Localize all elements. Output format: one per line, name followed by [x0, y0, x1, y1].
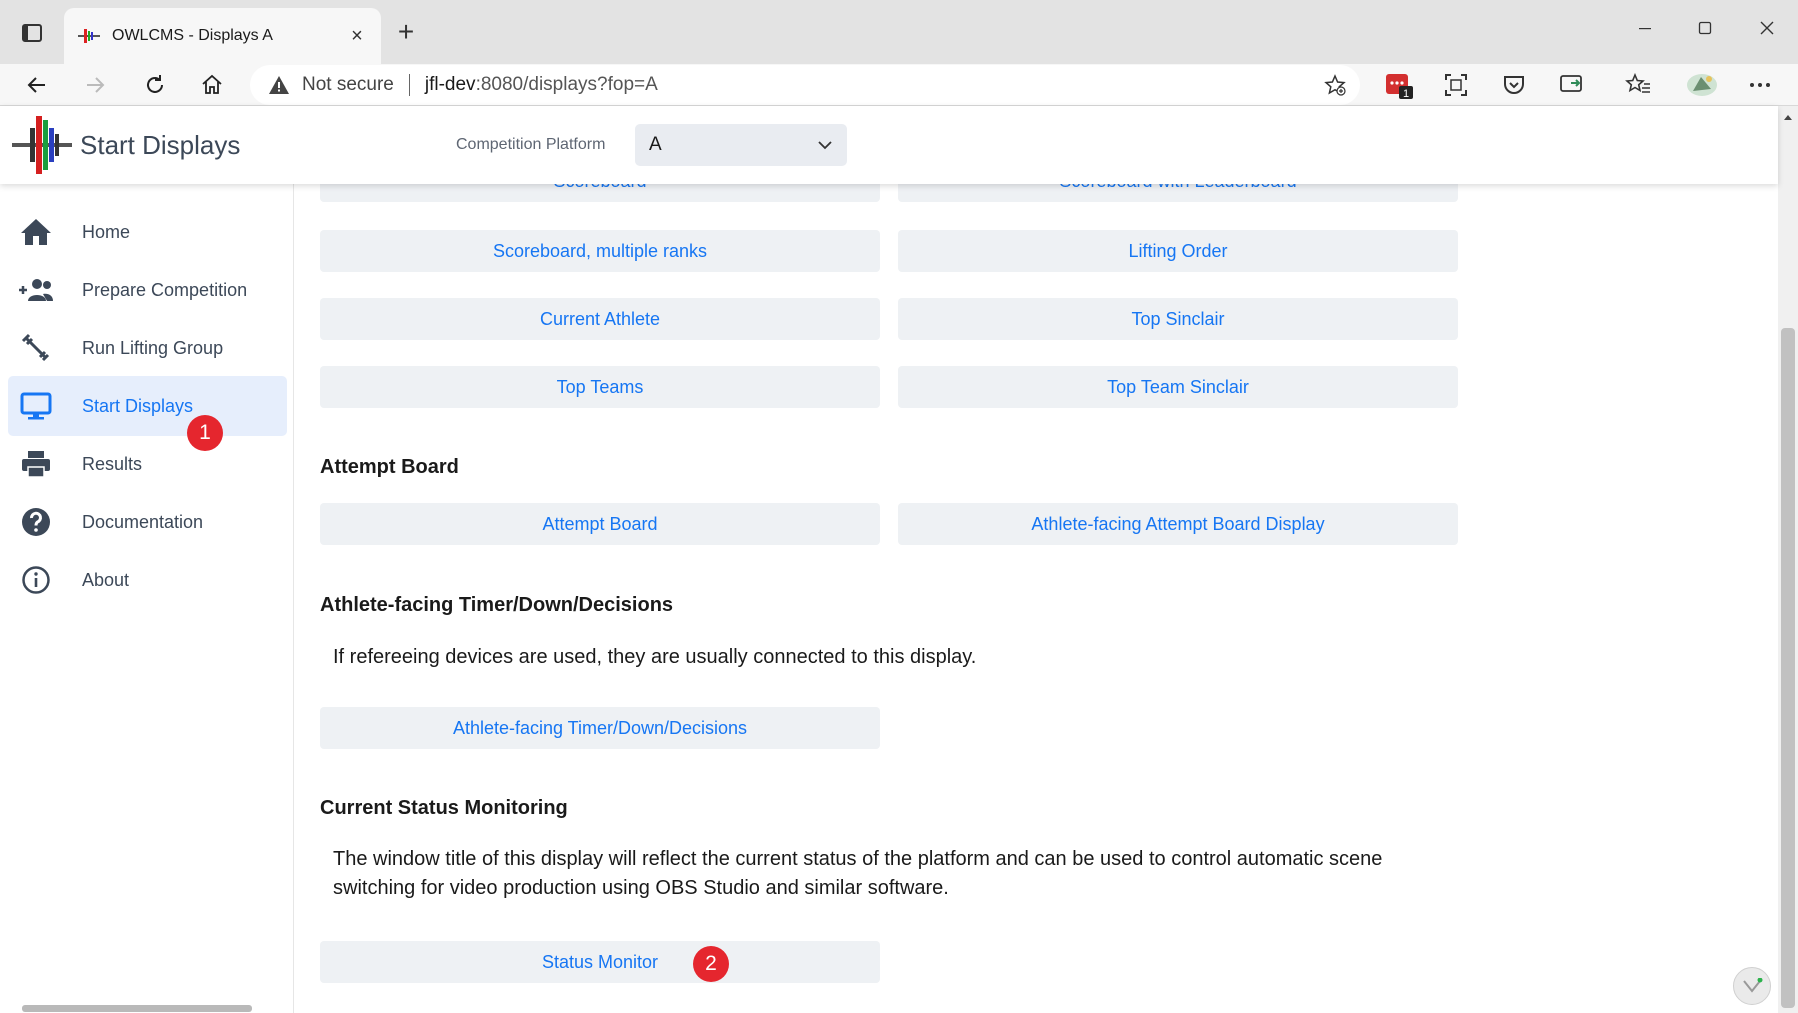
extension-button[interactable]: 1 [1383, 69, 1415, 101]
sidebar-item-prepare-competition[interactable]: Prepare Competition [8, 260, 287, 320]
sidebar-item-documentation[interactable]: Documentation [8, 492, 287, 552]
scroll-up-arrow-icon[interactable] [1778, 106, 1798, 128]
more-horizontal-icon [1750, 83, 1770, 87]
sidebar-item-label: Documentation [82, 511, 204, 532]
sidebar-item-label: Home [82, 221, 131, 242]
close-tab-icon[interactable]: × [347, 25, 367, 47]
timer-description: If refereeing devices are used, they are… [333, 646, 977, 668]
add-favorite-icon[interactable] [1324, 74, 1346, 96]
warning-icon [269, 76, 289, 94]
page-title: Start Displays [80, 130, 241, 160]
athlete-facing-attempt-board-button[interactable]: Athlete-facing Attempt Board Display [898, 503, 1458, 545]
not-secure-label: Not secure [302, 74, 394, 95]
tab-title: OWLCMS - Displays A [112, 27, 273, 44]
platform-select-value: A [649, 134, 662, 155]
sidebar-item-label: Prepare Competition [82, 279, 248, 300]
pocket-icon [1504, 76, 1524, 94]
home-icon [16, 212, 56, 252]
reload-button[interactable] [136, 66, 174, 104]
group-add-icon [16, 270, 56, 310]
profile-button[interactable] [1682, 69, 1722, 101]
close-window-button[interactable] [1738, 8, 1796, 48]
more-menu-button[interactable] [1744, 69, 1776, 101]
platform-label: Competition Platform [456, 136, 606, 153]
scoreboard-multiple-ranks-button[interactable]: Scoreboard, multiple ranks [320, 230, 880, 272]
help-icon [16, 502, 56, 542]
address-url: jfl-dev:8080/displays?fop=A [425, 74, 658, 96]
sidebar-item-results[interactable]: Results [8, 434, 287, 494]
sidebar-item-label: Run Lifting Group [82, 337, 224, 358]
owlcms-logo-icon [12, 116, 72, 174]
sidebar-item-label: Start Displays [82, 395, 194, 416]
arrow-left-icon [27, 77, 45, 93]
address-host: jfl-dev [424, 74, 476, 95]
cast-icon [1560, 75, 1582, 92]
top-sinclair-button[interactable]: Top Sinclair [898, 298, 1458, 340]
info-icon [16, 560, 56, 600]
top-team-sinclair-button[interactable]: Top Team Sinclair [898, 366, 1458, 408]
cast-button[interactable] [1556, 69, 1588, 101]
status-monitoring-description: The window title of this display will re… [333, 848, 1383, 899]
attempt-board-button[interactable]: Attempt Board [320, 503, 880, 545]
maximize-button[interactable] [1676, 8, 1734, 48]
status-monitor-button[interactable]: Status Monitor [320, 941, 880, 983]
vaadin-dev-tools-icon[interactable] [1733, 967, 1771, 1005]
address-bar[interactable]: Not secure jfl-dev:8080/displays?fop=A [250, 65, 1360, 105]
pocket-button[interactable] [1498, 69, 1530, 101]
navigation-drawer: Home Prepare Competition Run Lifting Gro… [0, 184, 294, 1013]
browser-tab-active[interactable]: OWLCMS - Displays A × [64, 8, 381, 64]
sidebar-item-run-lifting-group[interactable]: Run Lifting Group [8, 318, 287, 378]
status-monitoring-heading: Current Status Monitoring [320, 797, 568, 819]
favorites-button[interactable] [1622, 69, 1654, 101]
main-content: Scoreboard Scoreboard with Leaderboard S… [295, 184, 1778, 1013]
annotation-badge-2: 2 [693, 946, 729, 982]
printer-icon [16, 444, 56, 484]
tab-actions-icon [22, 24, 42, 42]
back-button[interactable] [18, 66, 56, 104]
extension-badge-count: 1 [1403, 88, 1409, 100]
address-path: :8080/displays?fop=A [475, 74, 658, 95]
minimize-button[interactable] [1616, 8, 1674, 48]
timer-heading: Athlete-facing Timer/Down/Decisions [320, 594, 674, 616]
drawer-horizontal-scrollbar[interactable] [22, 1005, 252, 1012]
arrow-right-icon [87, 77, 105, 93]
monitor-icon [16, 386, 56, 426]
sidebar-item-home[interactable]: Home [8, 202, 287, 262]
tab-actions-button[interactable] [12, 17, 52, 49]
address-separator [408, 74, 410, 96]
chevron-down-icon [818, 141, 832, 150]
profile-avatar-icon [1687, 74, 1717, 96]
owlcms-favicon-icon [78, 29, 100, 43]
lifting-order-button[interactable]: Lifting Order [898, 230, 1458, 272]
home-outline-icon [202, 74, 222, 94]
home-button[interactable] [193, 66, 231, 104]
current-athlete-button[interactable]: Current Athlete [320, 298, 880, 340]
reload-icon [147, 75, 163, 93]
page-vertical-scrollbar[interactable] [1778, 106, 1798, 1013]
favorites-icon [1625, 73, 1650, 93]
scrollbar-thumb[interactable] [1781, 328, 1795, 1008]
screenshot-button[interactable] [1440, 69, 1472, 101]
sidebar-item-label: About [82, 569, 130, 590]
scoreboard-button[interactable]: Scoreboard [320, 184, 880, 202]
extension-icon: 1 [1386, 74, 1413, 100]
top-teams-button[interactable]: Top Teams [320, 366, 880, 408]
screenshot-icon [1445, 74, 1467, 96]
browser-tab-bar: OWLCMS - Displays A × + [0, 0, 1798, 64]
sidebar-item-start-displays[interactable]: Start Displays [8, 376, 287, 436]
sidebar-item-label: Results [82, 453, 143, 474]
athlete-facing-timer-button[interactable]: Athlete-facing Timer/Down/Decisions [320, 707, 880, 749]
browser-toolbar: Not secure jfl-dev:8080/displays?fop=A 1 [0, 64, 1798, 106]
attempt-board-heading: Attempt Board [320, 456, 459, 478]
scoreboard-leaderboard-button[interactable]: Scoreboard with Leaderboard [898, 184, 1458, 202]
new-tab-button[interactable]: + [390, 16, 422, 48]
sidebar-item-about[interactable]: About [8, 550, 287, 610]
forward-button[interactable] [76, 66, 114, 104]
platform-select[interactable]: A [635, 124, 847, 166]
barbell-icon [16, 328, 56, 368]
annotation-badge-1: 1 [187, 415, 223, 451]
app-header: Start Displays Competition Platform A [0, 106, 1778, 184]
